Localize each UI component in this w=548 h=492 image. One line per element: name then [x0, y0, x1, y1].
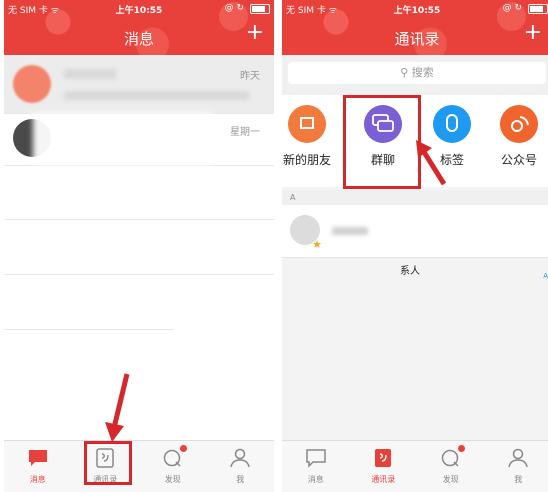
search-input[interactable]: ⚲ 搜索 [288, 62, 546, 84]
page-title: 通讯录 [394, 30, 440, 48]
search-area: ⚲ 搜索 [282, 55, 548, 95]
search-icon: ⚲ [400, 66, 412, 79]
nav-bar: 无 SIM 卡 ᯤ 上午10:55 @ ↻ 消息 + [4, 0, 274, 55]
highlight-box [343, 95, 421, 189]
chat-bubble-icon [306, 449, 326, 468]
chat-item[interactable]: 星期一 [4, 113, 274, 166]
chat-content-blurred [33, 113, 213, 165]
status-icons: @ ↻ [224, 3, 244, 13]
nav-bar: 无 SIM 卡 ᯤ 上午10:55 @ ↻ 通讯录 + [282, 0, 548, 55]
person-icon [230, 448, 250, 468]
contact-item[interactable]: ★ [282, 205, 548, 258]
pointer-arrow-icon [416, 140, 447, 186]
entry-label: 公众号 [500, 153, 537, 167]
chat-item[interactable]: 昨天 [4, 55, 274, 114]
chat-time: 昨天 [240, 71, 260, 82]
tab-messages[interactable]: 消息 [4, 441, 72, 492]
tab-me[interactable]: 我 [207, 441, 275, 492]
official-account-entry[interactable]: 公众号 [492, 105, 546, 168]
chat-name-blurred [64, 69, 116, 79]
messages-screen: 无 SIM 卡 ᯤ 上午10:55 @ ↻ 消息 + 昨天 星期一 消息 通讯录… [4, 0, 274, 492]
new-friend-entry[interactable]: 新的朋友 [282, 105, 334, 168]
status-bar: 无 SIM 卡 ᯤ 上午10:55 @ ↻ [286, 2, 548, 16]
empty-row [4, 219, 274, 275]
tab-bar: 消息 通讯录 发现 我 [4, 440, 274, 492]
tab-bar: 消息 通讯录 发现 我 [282, 440, 548, 492]
tab-label: 我 [236, 475, 245, 484]
tab-me[interactable]: 我 [485, 441, 548, 492]
index-letter[interactable]: A [543, 272, 548, 280]
highlight-box [84, 441, 132, 485]
section-header: A [282, 190, 548, 205]
contacts-book-icon [375, 449, 392, 467]
tab-discover[interactable]: 发现 [139, 441, 207, 492]
tab-contacts[interactable]: 通讯录 [350, 441, 418, 492]
battery-icon [250, 4, 270, 14]
tab-discover[interactable]: 发现 [417, 441, 485, 492]
entry-label: 新的朋友 [282, 153, 331, 167]
empty-row [4, 274, 174, 330]
status-bar: 无 SIM 卡 ᯤ 上午10:55 @ ↻ [8, 2, 270, 16]
star-icon: ★ [312, 238, 322, 251]
search-placeholder: 搜索 [411, 66, 434, 79]
pointer-arrow-icon [105, 373, 130, 442]
tab-label: 通讯录 [371, 475, 396, 484]
tab-label: 消息 [29, 475, 46, 484]
add-icon[interactable]: + [246, 22, 264, 44]
avatar [13, 65, 51, 103]
tab-label: 发现 [442, 475, 459, 484]
page-title: 消息 [123, 30, 154, 48]
chat-preview-blurred [64, 91, 249, 100]
tab-label: 发现 [164, 475, 181, 484]
chat-time: 星期一 [230, 127, 260, 138]
chat-bubble-icon [28, 450, 47, 466]
notification-dot [458, 445, 465, 452]
contact-count-fragment: 系人 [400, 266, 420, 277]
empty-row [4, 165, 274, 220]
add-icon[interactable]: + [524, 22, 542, 44]
new-friend-icon [288, 105, 326, 143]
contact-name-blurred [332, 227, 368, 235]
contacts-screen: 无 SIM 卡 ᯤ 上午10:55 @ ↻ 通讯录 + ⚲ 搜索 新的朋友 群聊 [282, 0, 548, 492]
official-account-icon [500, 105, 538, 143]
status-icons: @ ↻ [502, 3, 522, 13]
chat-list: 昨天 星期一 [4, 55, 274, 441]
tab-messages[interactable]: 消息 [282, 441, 350, 492]
tab-label: 消息 [307, 475, 324, 484]
battery-icon [528, 4, 548, 14]
notification-dot [180, 445, 187, 452]
tab-label: 我 [514, 475, 523, 484]
person-icon [508, 448, 528, 468]
